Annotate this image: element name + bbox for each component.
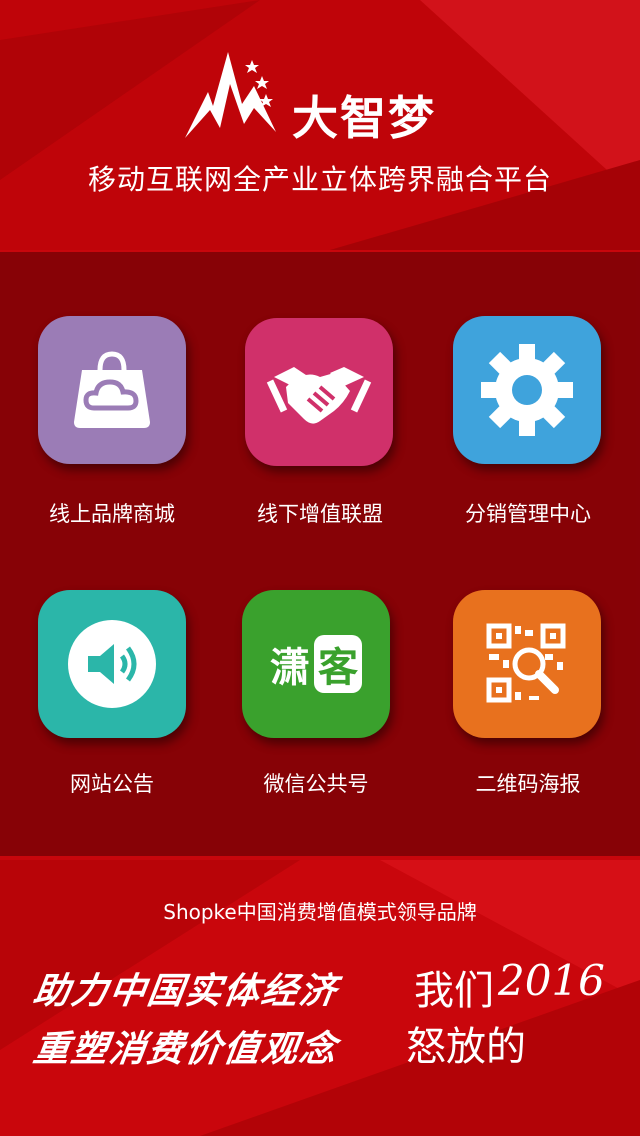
qr-code-icon xyxy=(486,623,566,703)
announcements-label: 网站公告 xyxy=(70,772,154,796)
wechat-account-button[interactable]: 潇 客 xyxy=(242,590,390,738)
brand-subtitle: Shopke中国消费增值模式领导品牌 xyxy=(163,900,477,924)
qr-poster-label: 二维码海报 xyxy=(475,772,581,796)
wechat-badge-right: 客 xyxy=(314,635,362,693)
handshake-icon xyxy=(266,367,372,424)
handwritten-line-2: 怒放的 xyxy=(406,1024,526,1070)
wechat-badge-left: 潇 xyxy=(270,645,310,691)
speaker-icon xyxy=(68,620,156,708)
announcements-button[interactable] xyxy=(38,590,186,738)
handwritten-line-1: 我们 xyxy=(414,968,494,1014)
wechat-account-icon: 潇 客 xyxy=(270,635,362,693)
distribution-center-label: 分销管理中心 xyxy=(465,502,591,526)
shopping-bag-icon xyxy=(74,351,150,428)
brand-name: 大智梦 xyxy=(292,91,436,145)
offline-alliance-button[interactable] xyxy=(245,318,393,466)
wechat-account-label: 微信公共号 xyxy=(263,772,369,796)
online-mall-button[interactable] xyxy=(38,316,186,464)
qr-poster-button[interactable] xyxy=(453,590,601,738)
gear-icon xyxy=(481,344,573,436)
tagline: 移动互联网全产业立体跨界融合平台 xyxy=(87,163,552,196)
slogan-line-2: 重塑消费价值观念 xyxy=(30,1029,341,1070)
slogan-line-1: 助力中国实体经济 xyxy=(30,971,341,1012)
brand-logo xyxy=(185,52,276,138)
online-mall-label: 线上品牌商城 xyxy=(49,502,175,526)
offline-alliance-label: 线下增值联盟 xyxy=(257,502,383,526)
handwritten-year: 2016 xyxy=(498,956,605,1005)
distribution-center-button[interactable] xyxy=(453,316,601,464)
